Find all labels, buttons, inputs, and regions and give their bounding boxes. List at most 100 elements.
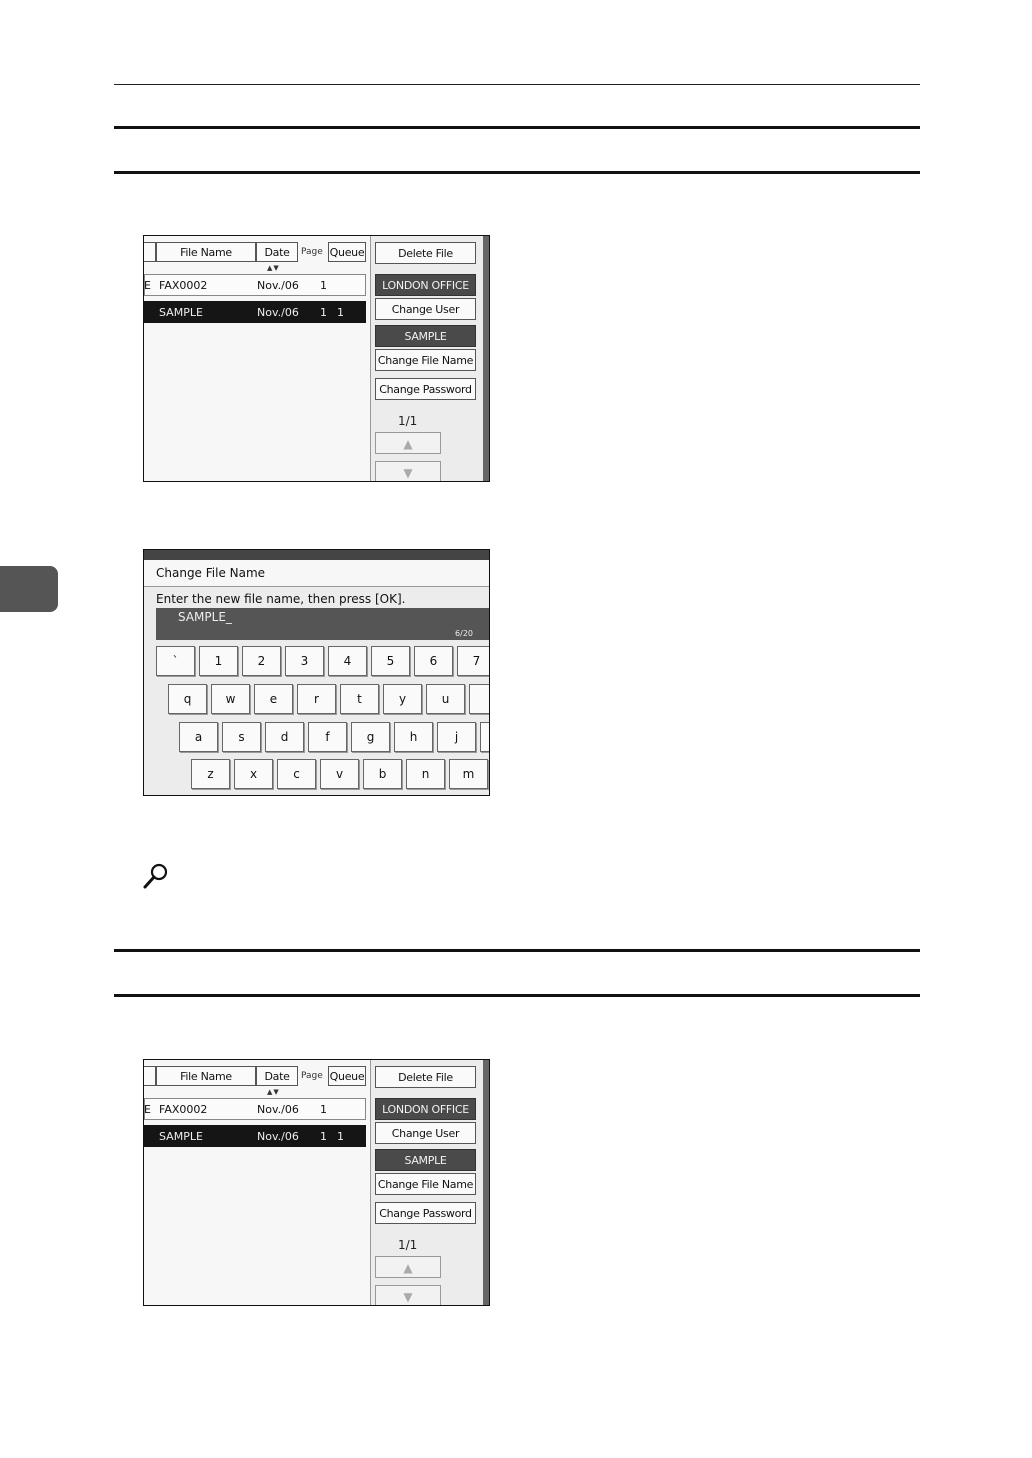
keyboard-key[interactable]: 7 <box>457 646 489 676</box>
section-rule-bottom-1 <box>114 171 920 174</box>
sort-type-button[interactable] <box>144 242 156 262</box>
sort-date-button[interactable]: Date <box>256 1066 298 1086</box>
file-row-prefix: E <box>144 279 151 292</box>
scroll-down-button[interactable]: ▼ <box>375 461 441 481</box>
page-indicator: 1/1 <box>398 414 418 428</box>
section-rule-top-1 <box>114 126 920 129</box>
keyboard-key[interactable]: s <box>222 722 261 752</box>
keyboard-key[interactable]: h <box>394 722 433 752</box>
magnifier-icon <box>143 863 168 889</box>
screen-edge <box>483 236 489 481</box>
file-name-display: SAMPLE <box>375 325 476 347</box>
file-row-date: Nov./06 <box>257 306 299 319</box>
sort-queue-button[interactable]: Queue <box>328 1066 366 1086</box>
page-column-label: Page <box>301 1071 323 1081</box>
keyboard-key[interactable]: x <box>234 759 273 789</box>
page-column-label: Page <box>301 247 323 257</box>
delete-file-button[interactable]: Delete File <box>375 242 476 264</box>
file-name-input[interactable]: SAMPLE_ 6/20 <box>156 608 489 640</box>
screen-edge <box>483 1060 489 1305</box>
change-password-button[interactable]: Change Password <box>375 378 476 400</box>
sort-file-name-button[interactable]: File Name <box>156 1066 256 1086</box>
file-row-queue: 1 <box>337 306 344 319</box>
keyboard-key[interactable]: d <box>265 722 304 752</box>
sort-arrows-icon: ▲▼ <box>267 264 280 272</box>
change-file-name-dialog: Change File Name Enter the new file name… <box>143 549 490 796</box>
keyboard-key[interactable]: n <box>406 759 445 789</box>
keyboard-key[interactable]: 3 <box>285 646 324 676</box>
keyboard-key[interactable]: z <box>191 759 230 789</box>
sort-file-name-button[interactable]: File Name <box>156 242 256 262</box>
triangle-up-icon: ▲ <box>403 1261 413 1275</box>
change-file-name-button[interactable]: Change File Name <box>375 1173 476 1195</box>
change-password-button[interactable]: Change Password <box>375 1202 476 1224</box>
file-row-date: Nov./06 <box>257 1130 299 1143</box>
triangle-down-icon: ▼ <box>403 1290 413 1304</box>
file-list-area: File Name Date Page Queue ▲▼ E FAX0002 N… <box>144 1060 371 1305</box>
section-rule-top-2 <box>114 949 920 952</box>
sort-date-button[interactable]: Date <box>256 242 298 262</box>
keyboard-key[interactable]: b <box>363 759 402 789</box>
file-name-input-value: SAMPLE_ <box>178 610 232 624</box>
user-name-display: LONDON OFFICE <box>375 1098 476 1120</box>
dialog-instruction: Enter the new file name, then press [OK]… <box>156 592 406 606</box>
section-rule-bottom-2 <box>114 994 920 997</box>
keyboard-key[interactable]: 6 <box>414 646 453 676</box>
keyboard-key[interactable]: f <box>308 722 347 752</box>
file-row-page: 1 <box>320 306 327 319</box>
file-list-area: File Name Date Page Queue ▲▼ E FAX0002 N… <box>144 236 371 481</box>
file-name-display: SAMPLE <box>375 1149 476 1171</box>
page-indicator: 1/1 <box>398 1238 418 1252</box>
sort-type-button[interactable] <box>144 1066 156 1086</box>
dialog-top-band <box>144 550 489 560</box>
keyboard-key[interactable]: 1 <box>199 646 238 676</box>
file-list-screen-2: File Name Date Page Queue ▲▼ E FAX0002 N… <box>143 1059 490 1306</box>
keyboard-key[interactable]: r <box>297 684 336 714</box>
file-row-name: SAMPLE <box>159 1130 203 1143</box>
keyboard-key[interactable]: u <box>426 684 465 714</box>
file-row-name: SAMPLE <box>159 306 203 319</box>
file-row-queue: 1 <box>337 1130 344 1143</box>
keyboard-key[interactable] <box>480 722 489 752</box>
keyboard-key[interactable]: q <box>168 684 207 714</box>
keyboard-key[interactable]: 2 <box>242 646 281 676</box>
triangle-down-icon: ▼ <box>403 466 413 480</box>
file-row[interactable]: E FAX0002 Nov./06 1 <box>144 1098 366 1120</box>
keyboard-key[interactable]: v <box>320 759 359 789</box>
file-row-page: 1 <box>320 1103 327 1116</box>
keyboard-key[interactable]: e <box>254 684 293 714</box>
keyboard-key[interactable]: a <box>179 722 218 752</box>
chapter-tab <box>0 566 58 612</box>
sort-arrows-icon: ▲▼ <box>267 1088 280 1096</box>
keyboard-key[interactable]: 5 <box>371 646 410 676</box>
file-row-date: Nov./06 <box>257 279 299 292</box>
keyboard-key[interactable]: j <box>437 722 476 752</box>
keyboard-key[interactable]: 4 <box>328 646 367 676</box>
scroll-down-button[interactable]: ▼ <box>375 1285 441 1305</box>
scroll-up-button[interactable]: ▲ <box>375 1256 441 1278</box>
file-row-selected[interactable]: SAMPLE Nov./06 1 1 <box>144 1125 366 1147</box>
triangle-up-icon: ▲ <box>403 437 413 451</box>
keyboard-key[interactable]: y <box>383 684 422 714</box>
file-row-name: FAX0002 <box>159 1103 208 1116</box>
sort-queue-button[interactable]: Queue <box>328 242 366 262</box>
file-row[interactable]: E FAX0002 Nov./06 1 <box>144 274 366 296</box>
keyboard-key[interactable]: m <box>449 759 488 789</box>
file-row-prefix: E <box>144 1103 151 1116</box>
change-user-name-button[interactable]: Change User Name <box>375 1122 476 1162</box>
file-row-page: 1 <box>320 1130 327 1143</box>
change-user-name-button[interactable]: Change User Name <box>375 298 476 338</box>
change-file-name-button[interactable]: Change File Name <box>375 349 476 371</box>
keyboard-key[interactable]: g <box>351 722 390 752</box>
keyboard-key[interactable]: c <box>277 759 316 789</box>
scroll-up-button[interactable]: ▲ <box>375 432 441 454</box>
keyboard-key[interactable] <box>469 684 489 714</box>
keyboard-key[interactable]: t <box>340 684 379 714</box>
header-rule <box>114 84 920 85</box>
char-counter: 6/20 <box>455 629 473 638</box>
delete-file-button[interactable]: Delete File <box>375 1066 476 1088</box>
file-row-selected[interactable]: SAMPLE Nov./06 1 1 <box>144 301 366 323</box>
user-name-display: LONDON OFFICE <box>375 274 476 296</box>
keyboard-key[interactable]: w <box>211 684 250 714</box>
keyboard-key[interactable]: ` <box>156 646 195 676</box>
